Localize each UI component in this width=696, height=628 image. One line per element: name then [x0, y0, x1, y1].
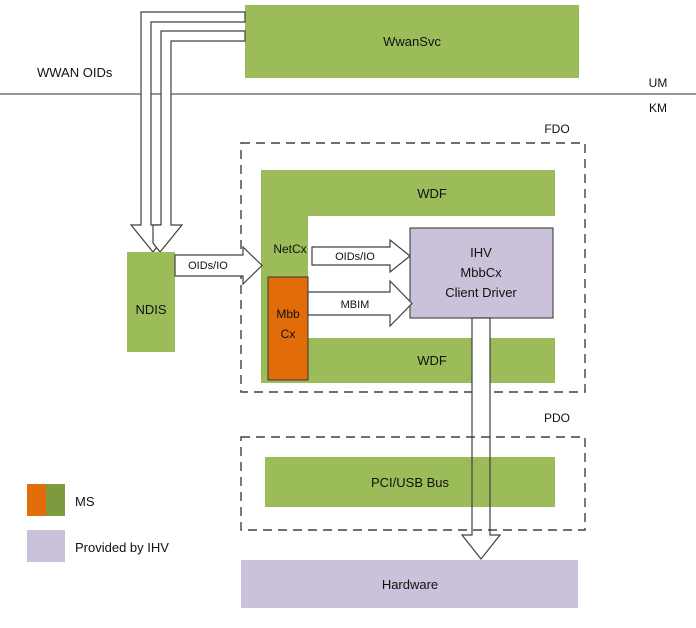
netcx-label: NetCx [273, 242, 306, 256]
hardware-label: Hardware [382, 577, 438, 592]
legend-label-ihv: Provided by IHV [75, 540, 169, 555]
ndis-label: NDIS [135, 302, 166, 317]
wwan-oids-arrow-inner [152, 30, 246, 253]
legend-label-ms: MS [75, 494, 95, 509]
fdo-zone-label: FDO [544, 122, 569, 136]
legend-swatch-ms-left [27, 484, 46, 516]
ihv-driver-label-line1: IHV [470, 245, 492, 260]
ihv-driver-label-line3: Client Driver [445, 285, 517, 300]
driver-stack-diagram: UM KM WWAN OIDs WwanSvc FDO WDF WDF NetC… [0, 0, 696, 628]
wwansvc-label: WwanSvc [383, 34, 441, 49]
bus-label: PCI/USB Bus [371, 475, 450, 490]
legend-swatch-ihv [27, 530, 65, 562]
mbbcx-label-line1: Mbb [276, 307, 300, 321]
mbbcx-label-line2: Cx [281, 327, 296, 341]
flow-label-mbbcx-to-ihv: MBIM [341, 299, 370, 311]
legend-swatch-ms-right [46, 484, 65, 516]
flow-label-ndis-to-netcx: OIDs/IO [188, 260, 228, 272]
wwan-oids-arrow-outer [129, 11, 246, 253]
wdf-top-box [261, 170, 555, 216]
wdf-top-label: WDF [417, 186, 447, 201]
legend: MS Provided by IHV [27, 484, 169, 562]
wwan-oids-label: WWAN OIDs [37, 65, 113, 80]
wdf-bottom-label: WDF [417, 353, 447, 368]
flow-label-netcx-to-ihv: OIDs/IO [335, 251, 375, 263]
user-mode-label: UM [649, 76, 668, 90]
pdo-zone-label: PDO [544, 411, 570, 425]
ihv-driver-label-line2: MbbCx [460, 265, 502, 280]
kernel-mode-label: KM [649, 101, 667, 115]
